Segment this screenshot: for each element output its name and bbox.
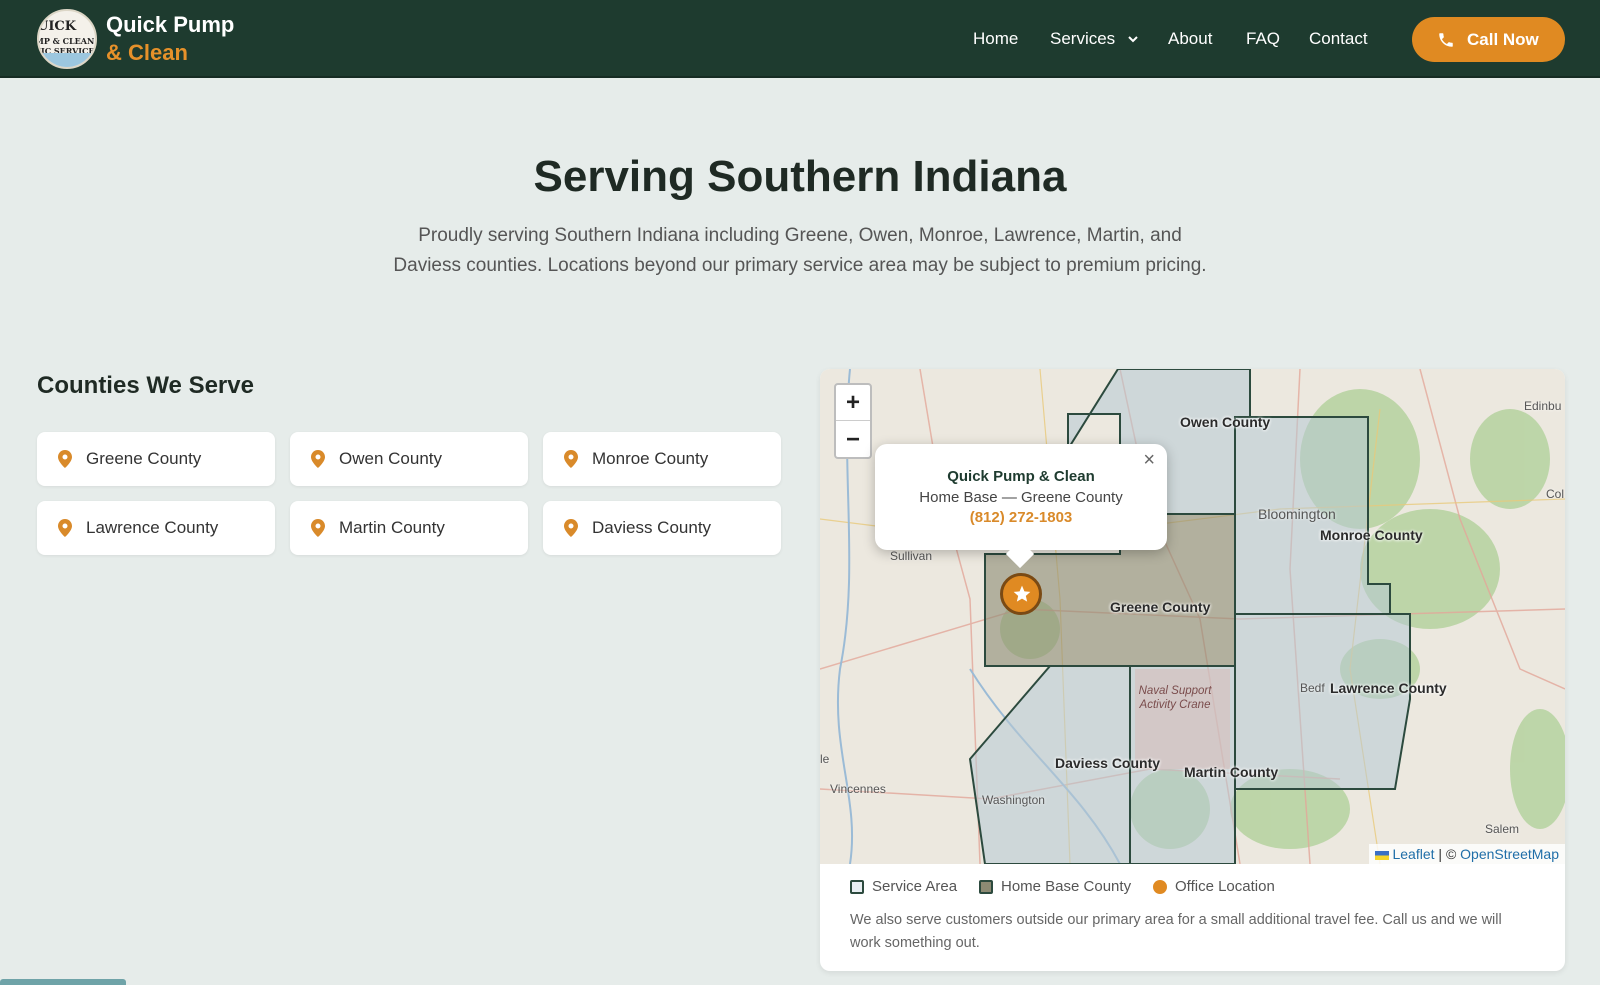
- brand-name-line-2[interactable]: & Clean: [106, 40, 188, 66]
- popup-subtitle: Home Base — Greene County: [919, 489, 1123, 506]
- phone-icon: [1439, 33, 1453, 47]
- map-pin-icon: [311, 450, 325, 468]
- county-card-owen[interactable]: Owen County: [290, 432, 528, 486]
- logo-wave: [39, 53, 95, 67]
- office-location-swatch: [1153, 880, 1167, 894]
- zoom-out-button[interactable]: −: [836, 422, 870, 458]
- map-pin-icon: [311, 519, 325, 537]
- map-label-daviess: Daviess County: [1055, 755, 1161, 771]
- town-label: Edinbu: [1524, 399, 1562, 413]
- map-label-lawrence: Lawrence County: [1330, 680, 1447, 696]
- county-card-monroe[interactable]: Monroe County: [543, 432, 781, 486]
- map-label-greene: Greene County: [1110, 599, 1211, 615]
- counties-heading: Counties We Serve: [37, 372, 254, 399]
- star-icon: [1013, 585, 1031, 602]
- county-card-greene[interactable]: Greene County: [37, 432, 275, 486]
- town-label: Col: [1546, 487, 1565, 501]
- nav-link-faq[interactable]: FAQ: [1246, 29, 1280, 49]
- county-card-daviess[interactable]: Daviess County: [543, 501, 781, 555]
- county-name: Martin County: [339, 518, 445, 537]
- map-pin-icon: [58, 519, 72, 537]
- map-pin-icon: [58, 450, 72, 468]
- town-label: Bloomington: [1258, 506, 1336, 522]
- service-area-swatch: [850, 880, 864, 894]
- top-navbar: UICK MP & CLEAN TIC SERVICE Quick Pump &…: [0, 0, 1600, 78]
- service-area-map-card: + − Owen County Monroe County Greene Cou…: [820, 369, 1565, 971]
- county-name: Greene County: [86, 449, 202, 468]
- attribution-separator: | ©: [1438, 846, 1457, 862]
- office-location-marker[interactable]: [1000, 573, 1042, 615]
- county-card-martin[interactable]: Martin County: [290, 501, 528, 555]
- map-pin-icon: [564, 450, 578, 468]
- town-label: Washington: [982, 793, 1045, 807]
- county-name: Owen County: [339, 449, 442, 468]
- zoom-in-button[interactable]: +: [836, 385, 870, 421]
- town-label: Vincennes: [830, 782, 886, 796]
- town-label: Bedf: [1300, 681, 1325, 695]
- town-label: Salem: [1485, 822, 1520, 836]
- brand-name-line-1[interactable]: Quick Pump: [106, 12, 234, 38]
- flag-icon: [1375, 850, 1390, 860]
- map-pin-icon: [564, 519, 578, 537]
- nav-link-about[interactable]: About: [1168, 29, 1212, 49]
- home-base-swatch: [979, 880, 993, 894]
- county-card-lawrence[interactable]: Lawrence County: [37, 501, 275, 555]
- nav-link-contact[interactable]: Contact: [1309, 29, 1368, 49]
- town-label: Sullivan: [890, 549, 933, 563]
- logo-line-1: UICK: [37, 19, 77, 34]
- page-title: Serving Southern Indiana: [533, 152, 1067, 201]
- popup-title: Quick Pump & Clean: [947, 468, 1095, 485]
- legend-label: Office Location: [1175, 878, 1275, 895]
- page-subtitle: Proudly serving Southern Indiana includi…: [393, 225, 1207, 276]
- town-label: le: [820, 752, 830, 766]
- county-name: Monroe County: [592, 449, 709, 468]
- legend-label: Home Base County: [1001, 878, 1132, 895]
- popup-phone[interactable]: (812) 272-1803: [875, 509, 1167, 526]
- chevron-down-icon[interactable]: [1127, 34, 1139, 44]
- nav-link-services[interactable]: Services: [1050, 29, 1115, 49]
- naval-support-label: Naval Support Activity Crane: [1138, 685, 1212, 711]
- zoom-control: + −: [834, 383, 872, 459]
- call-now-button[interactable]: Call Now: [1412, 17, 1565, 62]
- map-label-monroe: Monroe County: [1320, 527, 1423, 543]
- map-attribution: Leaflet | © OpenStreetMap: [1369, 844, 1565, 864]
- company-logo[interactable]: UICK MP & CLEAN TIC SERVICE: [37, 9, 97, 69]
- service-area-map[interactable]: + − Owen County Monroe County Greene Cou…: [820, 369, 1565, 864]
- openstreetmap-link[interactable]: OpenStreetMap: [1460, 846, 1559, 862]
- leaflet-link[interactable]: Leaflet: [1392, 846, 1434, 862]
- nav-link-home[interactable]: Home: [973, 29, 1018, 49]
- map-label-owen: Owen County: [1180, 414, 1271, 430]
- map-popup: × Quick Pump & Clean Home Base — Greene …: [875, 444, 1167, 569]
- county-name: Lawrence County: [86, 518, 219, 537]
- legend-label: Service Area: [872, 878, 958, 895]
- county-name: Daviess County: [592, 518, 712, 537]
- travel-fee-note: We also serve customers outside our prim…: [850, 912, 1502, 951]
- logo-line-2: MP & CLEAN: [37, 36, 95, 46]
- call-now-label: Call Now: [1467, 30, 1539, 49]
- bottom-tab[interactable]: [0, 979, 126, 985]
- map-label-martin: Martin County: [1184, 764, 1279, 780]
